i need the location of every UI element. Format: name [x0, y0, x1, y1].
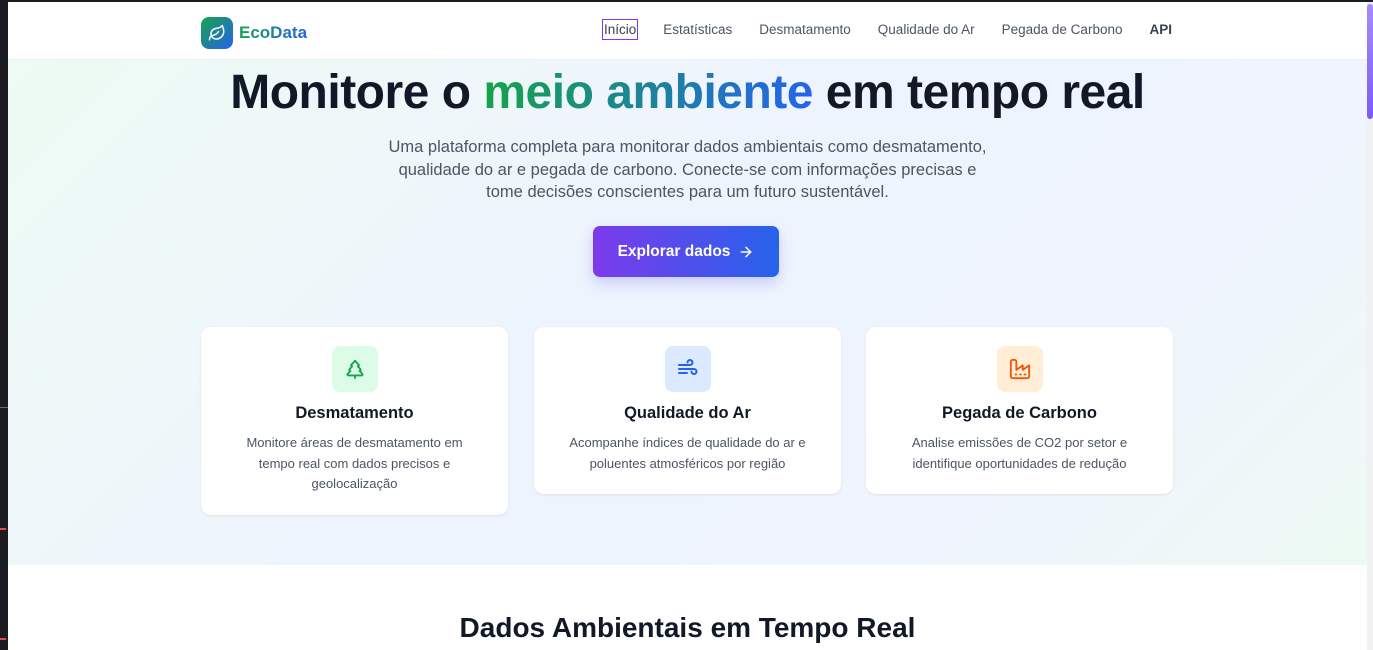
feature-card-pegada-de-carbono[interactable]: Pegada de Carbono Analise emissões de CO…: [866, 327, 1173, 494]
feature-card-desmatamento[interactable]: Desmatamento Monitore áreas de desmatame…: [201, 327, 508, 515]
hero-title-end: em tempo real: [812, 66, 1145, 119]
feature-card-qualidade-do-ar[interactable]: Qualidade do Ar Acompanhe índices de qua…: [534, 327, 841, 494]
main-nav: Início Estatísticas Desmatamento Qualida…: [578, 19, 1173, 40]
window-edge-marker: [0, 528, 6, 530]
page-viewport: EcoData Início Estatísticas Desmatamento…: [8, 2, 1367, 650]
feature-title: Pegada de Carbono: [942, 404, 1097, 422]
nav-link-desmatamento[interactable]: Desmatamento: [758, 20, 852, 39]
brand[interactable]: EcoData: [201, 17, 307, 49]
window-edge-marker: [0, 638, 6, 640]
nav-link-pegada-de-carbono[interactable]: Pegada de Carbono: [1001, 20, 1124, 39]
hero-title-start: Monitore o: [230, 66, 484, 119]
hero-title: Monitore o meio ambiente em tempo real: [8, 65, 1367, 120]
scrollbar-thumb[interactable]: [1367, 4, 1373, 119]
nav-link-inicio[interactable]: Início: [601, 19, 639, 40]
nav-link-estatisticas[interactable]: Estatísticas: [662, 20, 733, 39]
brand-name: EcoData: [239, 23, 308, 42]
leaf-icon: [201, 17, 233, 49]
feature-title: Desmatamento: [295, 404, 414, 422]
top-navbar: EcoData Início Estatísticas Desmatamento…: [8, 2, 1367, 60]
tree-icon: [331, 346, 378, 392]
feature-description: Monitore áreas de desmatamento em tempo …: [246, 435, 463, 491]
feature-description: Analise emissões de CO2 por setor e iden…: [911, 435, 1128, 471]
nav-link-qualidade-do-ar[interactable]: Qualidade do Ar: [877, 20, 976, 39]
hero-section: Monitore o meio ambiente em tempo real U…: [8, 60, 1367, 565]
feature-title: Qualidade do Ar: [624, 404, 751, 422]
explore-data-label: Explorar dados: [617, 242, 731, 260]
explore-data-button[interactable]: Explorar dados: [593, 226, 779, 277]
window-edge-line: [0, 407, 8, 408]
wind-icon: [664, 346, 711, 392]
hero-title-highlight: meio ambiente: [483, 66, 813, 119]
feature-description: Acompanhe índices de qualidade do ar e p…: [569, 435, 806, 471]
arrow-right-icon: [738, 244, 754, 260]
hero-subtitle: Uma plataforma completa para monitorar d…: [388, 138, 987, 201]
section-title: Dados Ambientais em Tempo Real: [459, 612, 916, 643]
nav-link-api[interactable]: API: [1148, 20, 1173, 39]
page-scrollbar[interactable]: [1367, 2, 1373, 650]
factory-icon: [996, 346, 1043, 392]
